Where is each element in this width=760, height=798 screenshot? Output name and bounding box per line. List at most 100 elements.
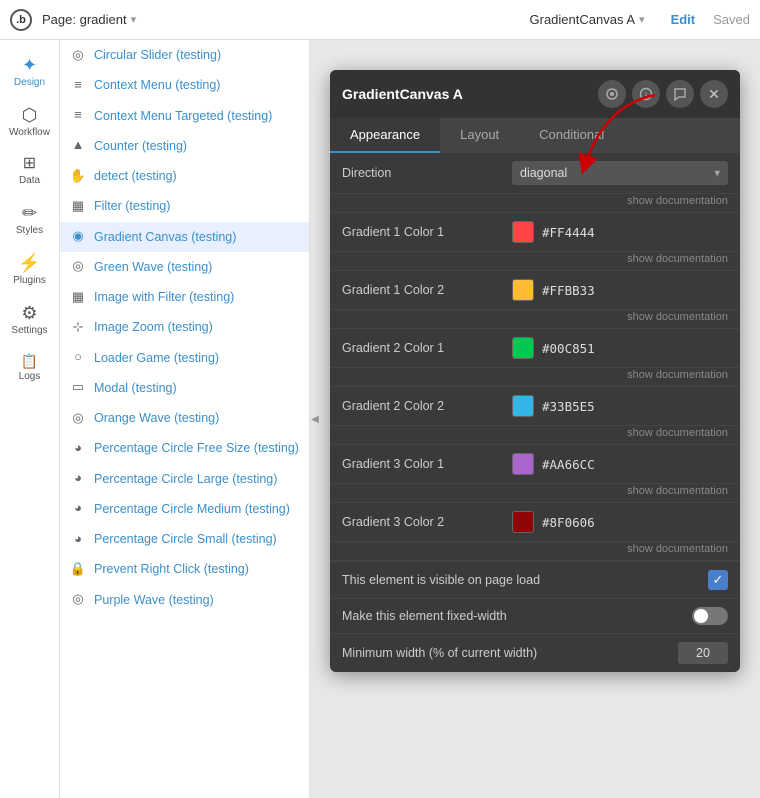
min-width-input[interactable]: [678, 642, 728, 664]
list-item[interactable]: ◕ Percentage Circle Free Size (testing): [60, 433, 309, 463]
sidebar-item-logs[interactable]: 📋 Logs: [0, 346, 59, 390]
visible-on-load-row: This element is visible on page load ✓: [330, 561, 740, 598]
modal-panel: GradientCanvas A i ✕ Appear: [330, 70, 740, 672]
direction-select[interactable]: diagonal horizontal vertical radial: [512, 161, 728, 185]
gradient3-color1-swatch[interactable]: [512, 453, 534, 475]
list-item[interactable]: ◎ Green Wave (testing): [60, 252, 309, 282]
main-layout: ✦ Design ⬡ Workflow ⊞ Data ✏ Styles ⚡ Pl…: [0, 40, 760, 798]
page-selector[interactable]: Page: gradient ▾: [42, 12, 136, 27]
design-icon: ✦: [22, 56, 37, 74]
gradient3-color2-swatch[interactable]: [512, 511, 534, 533]
gradient1-color1-doc[interactable]: show documentation: [330, 252, 740, 271]
direction-doc[interactable]: show documentation: [330, 194, 740, 213]
page-dropdown-icon[interactable]: ▾: [131, 13, 137, 26]
sidebar-item-plugins[interactable]: ⚡ Plugins: [0, 246, 59, 294]
canvas-label: GradientCanvas A: [530, 12, 636, 27]
list-item[interactable]: ◎ Orange Wave (testing): [60, 403, 309, 433]
saved-status: Saved: [713, 12, 750, 27]
gradient1-color1-value: #FF4444: [512, 221, 728, 243]
modal-tabs: Appearance Layout Conditional: [330, 118, 740, 153]
list-item[interactable]: ○ Loader Game (testing): [60, 343, 309, 373]
modal-close-button[interactable]: ✕: [700, 80, 728, 108]
list-item[interactable]: ⊹ Image Zoom (testing): [60, 312, 309, 342]
list-item[interactable]: ▭ Modal (testing): [60, 373, 309, 403]
modal-icon-bell[interactable]: [598, 80, 626, 108]
modal-icon-info[interactable]: i: [632, 80, 660, 108]
gradient2-color2-doc[interactable]: show documentation: [330, 426, 740, 445]
canvas-dropdown-icon[interactable]: ▾: [639, 13, 645, 26]
settings-label: Settings: [11, 325, 47, 336]
gradient1-color2-doc[interactable]: show documentation: [330, 310, 740, 329]
tab-appearance[interactable]: Appearance: [330, 118, 440, 153]
list-item[interactable]: ◎ Circular Slider (testing): [60, 40, 309, 70]
gradient2-color2-value: #33B5E5: [512, 395, 728, 417]
element-icon: ≡: [70, 77, 86, 93]
edit-button[interactable]: Edit: [671, 12, 696, 27]
gradient1-color1-row: Gradient 1 Color 1 #FF4444: [330, 213, 740, 252]
workflow-label: Workflow: [9, 127, 50, 138]
sidebar-icons: ✦ Design ⬡ Workflow ⊞ Data ✏ Styles ⚡ Pl…: [0, 40, 60, 798]
element-label: Image with Filter (testing): [94, 289, 234, 305]
list-item[interactable]: ◕ Percentage Circle Medium (testing): [60, 494, 309, 524]
list-item[interactable]: ✋ detect (testing): [60, 161, 309, 191]
modal-header-icons: i ✕: [598, 80, 728, 108]
canvas-selector[interactable]: GradientCanvas A ▾: [530, 12, 645, 27]
gradient3-color1-doc[interactable]: show documentation: [330, 484, 740, 503]
modal-icon-comment[interactable]: [666, 80, 694, 108]
sidebar-item-design[interactable]: ✦ Design: [0, 48, 59, 96]
list-item[interactable]: ◎ Purple Wave (testing): [60, 585, 309, 615]
gradient3-color1-label: Gradient 3 Color 1: [342, 457, 512, 471]
list-item[interactable]: ◕ Percentage Circle Small (testing): [60, 524, 309, 554]
gradient1-color1-swatch[interactable]: [512, 221, 534, 243]
plugins-icon: ⚡: [18, 254, 40, 272]
element-icon: ✋: [70, 168, 86, 184]
sidebar-item-data[interactable]: ⊞ Data: [0, 148, 59, 194]
element-label: Counter (testing): [94, 138, 187, 154]
gradient1-color2-swatch[interactable]: [512, 279, 534, 301]
list-item[interactable]: ▲ Counter (testing): [60, 131, 309, 161]
element-icon: ▦: [70, 198, 86, 214]
collapse-handle[interactable]: ◀: [310, 40, 320, 798]
list-item[interactable]: ▦ Filter (testing): [60, 191, 309, 221]
element-label: Loader Game (testing): [94, 350, 219, 366]
tab-conditional[interactable]: Conditional: [519, 118, 624, 153]
fixed-width-toggle[interactable]: [692, 607, 728, 625]
element-icon: ▭: [70, 380, 86, 396]
min-width-label: Minimum width (% of current width): [342, 646, 537, 660]
gradient2-color2-row: Gradient 2 Color 2 #33B5E5: [330, 387, 740, 426]
min-width-row: Minimum width (% of current width): [330, 633, 740, 672]
modal-title: GradientCanvas A: [342, 86, 463, 102]
gradient2-color2-swatch[interactable]: [512, 395, 534, 417]
list-item[interactable]: 🔒 Prevent Right Click (testing): [60, 554, 309, 584]
tab-layout[interactable]: Layout: [440, 118, 519, 153]
element-label: Purple Wave (testing): [94, 592, 214, 608]
app-logo: .b: [10, 9, 32, 31]
element-label: Image Zoom (testing): [94, 319, 213, 335]
list-item-gradient-canvas[interactable]: ◉ Gradient Canvas (testing): [60, 222, 309, 252]
element-label: Context Menu Targeted (testing): [94, 108, 272, 124]
element-icon: ◎: [70, 47, 86, 63]
list-item[interactable]: ▦ Image with Filter (testing): [60, 282, 309, 312]
sidebar-item-styles[interactable]: ✏ Styles: [0, 196, 59, 244]
gradient2-color1-doc[interactable]: show documentation: [330, 368, 740, 387]
gradient3-color2-doc[interactable]: show documentation: [330, 542, 740, 561]
element-icon: ◕: [70, 501, 86, 517]
element-label: Percentage Circle Medium (testing): [94, 501, 290, 517]
element-label: Gradient Canvas (testing): [94, 229, 236, 245]
sidebar-item-settings[interactable]: ⚙ Settings: [0, 296, 59, 344]
element-icon: ○: [70, 350, 86, 366]
list-item[interactable]: ≡ Context Menu Targeted (testing): [60, 101, 309, 131]
element-icon: ◎: [70, 259, 86, 275]
styles-label: Styles: [16, 225, 43, 236]
list-item[interactable]: ≡ Context Menu (testing): [60, 70, 309, 100]
gradient1-color1-hex: #FF4444: [542, 225, 595, 240]
gradient2-color1-swatch[interactable]: [512, 337, 534, 359]
gradient1-color2-hex: #FFBB33: [542, 283, 595, 298]
checkmark-icon: ✓: [713, 572, 724, 588]
visible-on-load-checkbox[interactable]: ✓: [708, 570, 728, 590]
element-icon: ▲: [70, 138, 86, 154]
svg-text:i: i: [645, 91, 647, 100]
sidebar-item-workflow[interactable]: ⬡ Workflow: [0, 98, 59, 146]
gradient3-color2-hex: #8F0606: [542, 515, 595, 530]
list-item[interactable]: ◕ Percentage Circle Large (testing): [60, 464, 309, 494]
